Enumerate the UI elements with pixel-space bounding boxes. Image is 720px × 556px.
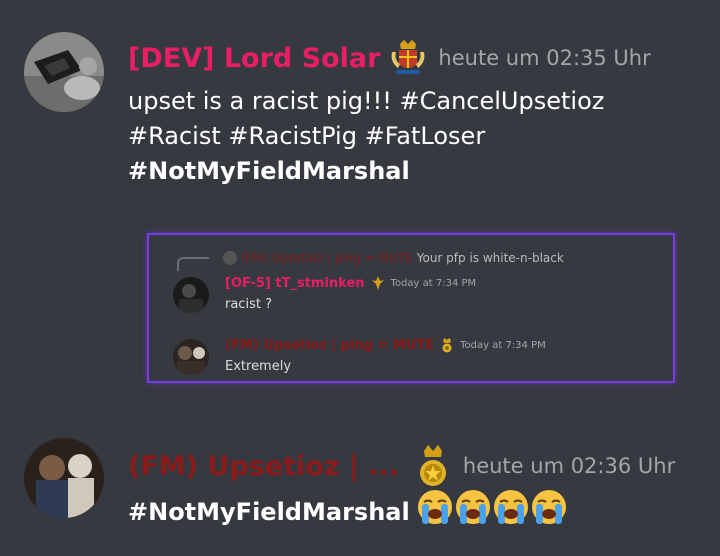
username: (FM) Upsetioz | ping = MUTE (225, 337, 435, 353)
timestamp: Today at 7:34 PM (390, 277, 477, 289)
message-line: #NotMyFieldMarshal (128, 157, 410, 185)
message-header: (FM) Upsetioz | ... heute um 02:36 Uhr (128, 442, 675, 490)
timestamp: Today at 7:34 PM (460, 339, 546, 351)
message-header: [DEV] Lord Solar heute um 02:35 Uhr (128, 38, 651, 78)
message-header: [OF-5] tT_stminken Today at 7:34 PM (225, 275, 476, 291)
message-lord-solar: [DEV] Lord Solar heute um 02:35 Uhr upse… (0, 0, 720, 220)
mini-avatar (223, 251, 237, 265)
username[interactable]: (FM) Upsetioz | ... (128, 451, 399, 482)
reply-reference: (FM) Upsetioz | ping = MUTE Your pfp is … (177, 251, 564, 271)
reply-connector (177, 257, 209, 271)
reply-text: Your pfp is white-n-black (416, 251, 564, 265)
message-line: #Racist #RacistPig #FatLoser (128, 122, 486, 150)
avatar (173, 277, 209, 313)
username: [OF-5] tT_stminken (225, 275, 365, 291)
avatar[interactable] (24, 438, 104, 518)
message-content: #NotMyFieldMarshal (128, 488, 568, 536)
royal-crest-icon (388, 38, 428, 78)
crown-medal-icon (440, 337, 454, 353)
username[interactable]: [DEV] Lord Solar (128, 43, 380, 74)
wings-badge-icon (371, 275, 385, 291)
avatar (173, 339, 209, 375)
reply-author: (FM) Upsetioz | ping = MUTE (241, 251, 413, 265)
crown-medal-icon (415, 443, 451, 489)
message-content: upset is a racist pig!!! #CancelUpsetioz… (128, 84, 604, 189)
message-content: Extremely (225, 359, 292, 374)
loudly-crying-face-icon (492, 488, 530, 536)
emoji-group (416, 488, 568, 536)
timestamp: heute um 02:36 Uhr (462, 454, 676, 478)
loudly-crying-face-icon (454, 488, 492, 536)
loudly-crying-face-icon (530, 488, 568, 536)
message-content: racist ? (225, 297, 272, 312)
avatar[interactable] (24, 32, 104, 112)
timestamp: heute um 02:35 Uhr (438, 46, 651, 70)
message-text: #NotMyFieldMarshal (128, 497, 410, 526)
message-header: (FM) Upsetioz | ping = MUTE Today at 7:3… (225, 337, 546, 353)
message-upsetioz: (FM) Upsetioz | ... heute um 02:36 Uhr #… (0, 420, 720, 556)
loudly-crying-face-icon (416, 488, 454, 536)
embedded-screenshot[interactable]: (FM) Upsetioz | ping = MUTE Your pfp is … (147, 233, 675, 383)
message-line: upset is a racist pig!!! #CancelUpsetioz (128, 87, 605, 115)
